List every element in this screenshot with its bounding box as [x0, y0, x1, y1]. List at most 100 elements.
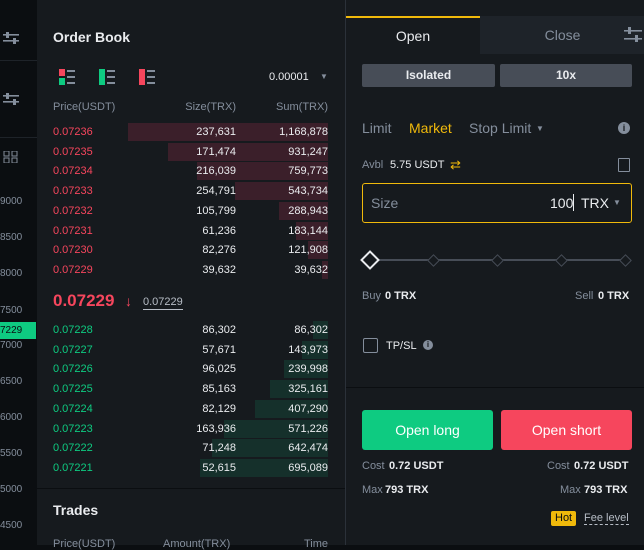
chevron-down-icon[interactable]: ▼: [613, 198, 621, 207]
slider-node-100[interactable]: [619, 254, 632, 267]
ask-size: 216,039: [196, 165, 236, 178]
bid-row[interactable]: 0.07223 163,936 571,226: [37, 419, 345, 439]
tab-open[interactable]: Open: [346, 16, 480, 54]
ask-price: 0.07231: [53, 224, 93, 237]
ask-row[interactable]: 0.07231 61,236 183,144: [37, 221, 345, 241]
bid-size: 57,671: [202, 343, 236, 356]
hot-badge: Hot: [551, 511, 577, 526]
ask-size: 171,474: [196, 145, 236, 158]
price-axis-tick: 8500: [0, 232, 23, 243]
chevron-down-icon[interactable]: ▼: [320, 72, 328, 81]
bid-size: 82,129: [202, 402, 236, 415]
price-axis-tick: 9000: [0, 196, 23, 207]
calculator-icon[interactable]: [618, 158, 630, 172]
slider-node-25[interactable]: [427, 254, 440, 267]
ask-row[interactable]: 0.07229 39,632 39,632: [37, 260, 345, 280]
bid-row[interactable]: 0.07228 86,302 86,302: [37, 320, 345, 340]
strip-divider: [0, 137, 37, 138]
price-axis-tick: 4500: [0, 520, 23, 531]
ask-price: 0.07233: [53, 185, 93, 198]
bid-row[interactable]: 0.07222 71,248 642,474: [37, 438, 345, 458]
ask-row[interactable]: 0.07235 171,474 931,247: [37, 142, 345, 162]
grid-icon[interactable]: [3, 151, 19, 163]
ask-sum: 1,168,878: [279, 126, 328, 138]
bid-size: 96,025: [202, 363, 236, 376]
bid-row[interactable]: 0.07226 96,025 239,998: [37, 359, 345, 379]
leverage-button[interactable]: 10x: [500, 64, 632, 87]
trades-amount-header: Amount(TRX): [163, 538, 231, 550]
bid-row[interactable]: 0.07224 82,129 407,290: [37, 399, 345, 419]
price-axis-tick: 7000: [0, 340, 23, 351]
bid-row[interactable]: 0.07225 85,163 325,161: [37, 379, 345, 399]
short-max: 793 TRX: [584, 484, 628, 496]
chevron-down-icon[interactable]: ▼: [536, 124, 544, 133]
order-type-stop-limit[interactable]: Stop Limit: [469, 120, 531, 136]
bid-price: 0.07226: [53, 363, 93, 376]
size-unit-select[interactable]: TRX: [581, 195, 609, 211]
asks-only-view-icon[interactable]: [139, 69, 155, 85]
price-axis-tick: 6500: [0, 376, 23, 387]
trades-time-header: Time: [303, 538, 328, 550]
slider-node-75[interactable]: [555, 254, 568, 267]
precision-select[interactable]: 0.00001: [269, 71, 309, 83]
trades-title: Trades: [53, 502, 99, 518]
open-short-button[interactable]: Open short: [501, 410, 632, 450]
size-slider-thumb[interactable]: [360, 250, 380, 270]
current-price-tag: 7229: [0, 322, 36, 339]
order-type-market[interactable]: Market: [409, 120, 452, 136]
bid-price: 0.07228: [53, 324, 93, 336]
bid-row[interactable]: 0.07227 57,671 143,973: [37, 340, 345, 360]
ask-price: 0.07236: [53, 126, 93, 138]
ask-row[interactable]: 0.07233 254,791 543,734: [37, 181, 345, 201]
available-balance: 5.75 USDT: [390, 159, 445, 171]
ask-size: 82,276: [202, 244, 236, 257]
chart-price-axis-strip: 9000 8500 8000 7500 7229 7000 6500 6000 …: [0, 0, 38, 545]
sliders-icon[interactable]: [624, 27, 642, 43]
ask-row[interactable]: 0.07232 105,799 288,943: [37, 201, 345, 221]
trades-price-header: Price(USDT): [53, 538, 116, 550]
info-icon[interactable]: i: [423, 340, 433, 350]
trade-panel: Open Close Isolated 10x Limit Market Sto…: [345, 0, 644, 545]
ask-size: 237,631: [196, 126, 236, 138]
short-cost: 0.72 USDT: [574, 460, 629, 472]
ask-sum: 39,632: [294, 263, 328, 276]
size-value[interactable]: 100: [550, 195, 573, 211]
bid-row[interactable]: 0.07221 52,615 695,089: [37, 458, 345, 478]
bid-price: 0.07222: [53, 442, 93, 455]
ask-row[interactable]: 0.07234 216,039 759,773: [37, 161, 345, 181]
fee-level-link[interactable]: Fee level: [584, 512, 629, 525]
bid-sum: 86,302: [294, 324, 328, 336]
price-axis-tick: 5000: [0, 484, 23, 495]
max-label: Max: [560, 484, 581, 496]
sliders-icon[interactable]: [3, 93, 19, 105]
sliders-icon[interactable]: [3, 32, 19, 44]
order-book-title: Order Book: [53, 29, 131, 45]
ask-price: 0.07235: [53, 145, 93, 158]
order-type-limit[interactable]: Limit: [362, 120, 392, 136]
ask-row[interactable]: 0.07236 237,631 1,168,878: [37, 122, 345, 142]
margin-mode-button[interactable]: Isolated: [362, 64, 495, 87]
last-price: 0.07229: [53, 291, 115, 310]
transfer-icon[interactable]: ⇄: [450, 157, 461, 173]
open-long-button[interactable]: Open long: [362, 410, 493, 450]
price-axis-tick: 7500: [0, 305, 23, 316]
size-input[interactable]: Size 100 TRX ▼: [362, 183, 632, 223]
slider-node-50[interactable]: [491, 254, 504, 267]
bid-size: 52,615: [202, 461, 236, 474]
text-cursor: [573, 194, 574, 211]
section-divider: [346, 387, 644, 388]
both-sides-view-icon[interactable]: [59, 69, 75, 85]
tpsl-label[interactable]: TP/SL: [386, 340, 417, 352]
mark-price[interactable]: 0.07229: [143, 296, 183, 310]
bid-sum: 239,998: [288, 363, 328, 376]
ask-row[interactable]: 0.07230 82,276 121,908: [37, 240, 345, 260]
tpsl-checkbox[interactable]: [363, 338, 378, 353]
info-icon[interactable]: i: [618, 122, 630, 134]
bid-sum: 325,161: [288, 383, 328, 396]
sell-label: Sell: [575, 290, 594, 302]
tab-close[interactable]: Close: [480, 16, 644, 54]
bids-only-view-icon[interactable]: [99, 69, 115, 85]
price-axis-tick: 6000: [0, 412, 23, 423]
bid-price: 0.07224: [53, 402, 93, 415]
bid-sum: 143,973: [288, 343, 328, 356]
